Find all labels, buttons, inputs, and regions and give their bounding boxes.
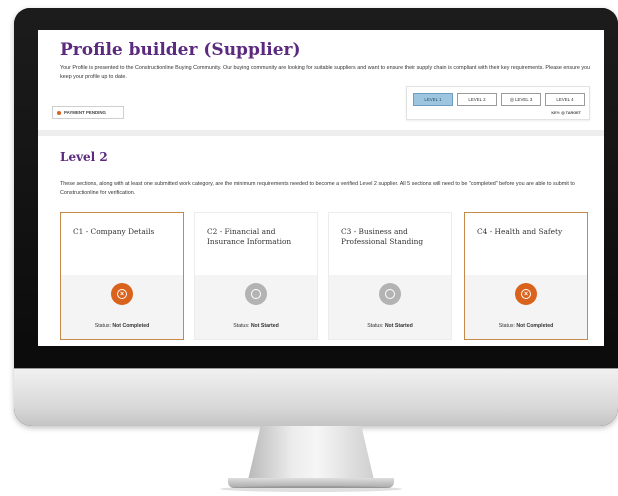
monitor-chin [14, 368, 618, 426]
section-card-c1[interactable]: C1 - Company Details × Status: Not Compl… [60, 212, 184, 340]
key-target-label: TARGET [565, 111, 581, 115]
screen: Profile builder (Supplier) Your Profile … [38, 30, 604, 346]
card-status: Status: Not Completed [498, 323, 554, 329]
card-status-value: Not Started [384, 323, 413, 329]
card-header: C2 - Financial and Insurance Information [195, 213, 317, 275]
card-status: Status: Not Started [233, 323, 279, 329]
section-heading: Level 2 [60, 150, 108, 164]
payment-status-label: PAYMENT PENDING [64, 110, 106, 115]
card-status: Status: Not Completed [94, 323, 150, 329]
key-target-icon: ◎ [561, 111, 565, 115]
page-title: Profile builder (Supplier) [60, 40, 301, 60]
section-card-c3[interactable]: C3 - Business and Professional Standing … [328, 212, 452, 340]
card-title: C1 - Company Details [73, 227, 155, 236]
section-card-c2[interactable]: C2 - Financial and Insurance Information… [194, 212, 318, 340]
level-2-label: LEVEL 2 [468, 97, 486, 102]
level-4-label: LEVEL 4 [556, 97, 574, 102]
card-status-value: Not Completed [516, 323, 554, 329]
level-4-button[interactable]: LEVEL 4 [545, 93, 585, 106]
empty-circle-icon [379, 283, 401, 305]
close-circle-icon: × [515, 283, 537, 305]
key-legend: KEY: ◎ TARGET [551, 110, 581, 115]
stand-shadow [220, 486, 402, 492]
status-dot-icon [57, 110, 61, 115]
payment-status-badge: PAYMENT PENDING [52, 106, 124, 119]
level-3-button[interactable]: ◎ LEVEL 3 [501, 93, 541, 106]
card-status-value: Not Started [250, 323, 279, 329]
key-label: KEY: [551, 111, 561, 115]
level-3-label: LEVEL 3 [515, 97, 533, 102]
level-2-button[interactable]: LEVEL 2 [457, 93, 497, 106]
card-header: C4 - Health and Safety [465, 213, 587, 275]
card-header: C1 - Company Details [61, 213, 183, 275]
card-title: C4 - Health and Safety [477, 227, 563, 236]
card-status-value: Not Completed [112, 323, 150, 329]
section-card-c4[interactable]: C4 - Health and Safety × Status: Not Com… [464, 212, 588, 340]
close-circle-icon: × [111, 283, 133, 305]
level-2-panel: Level 2 These sections, along with at le… [38, 136, 604, 346]
section-description: These sections, along with at least one … [60, 181, 575, 196]
level-1-button[interactable]: LEVEL 1 [413, 93, 453, 106]
level-1-label: LEVEL 1 [424, 97, 442, 102]
monitor-stand-neck [248, 426, 374, 480]
intro-text: Your Profile is presented to the Constru… [60, 65, 591, 80]
profile-header-panel: Profile builder (Supplier) Your Profile … [38, 30, 604, 130]
card-title: C3 - Business and Professional Standing [341, 227, 424, 246]
card-status: Status: Not Started [367, 323, 413, 329]
card-header: C3 - Business and Professional Standing [329, 213, 451, 275]
empty-circle-icon [245, 283, 267, 305]
level-selector: LEVEL 1 LEVEL 2 ◎ LEVEL 3 LEVEL 4 KEY: ◎… [406, 86, 590, 120]
target-icon: ◎ [509, 96, 515, 103]
card-title: C2 - Financial and Insurance Information [207, 227, 292, 246]
